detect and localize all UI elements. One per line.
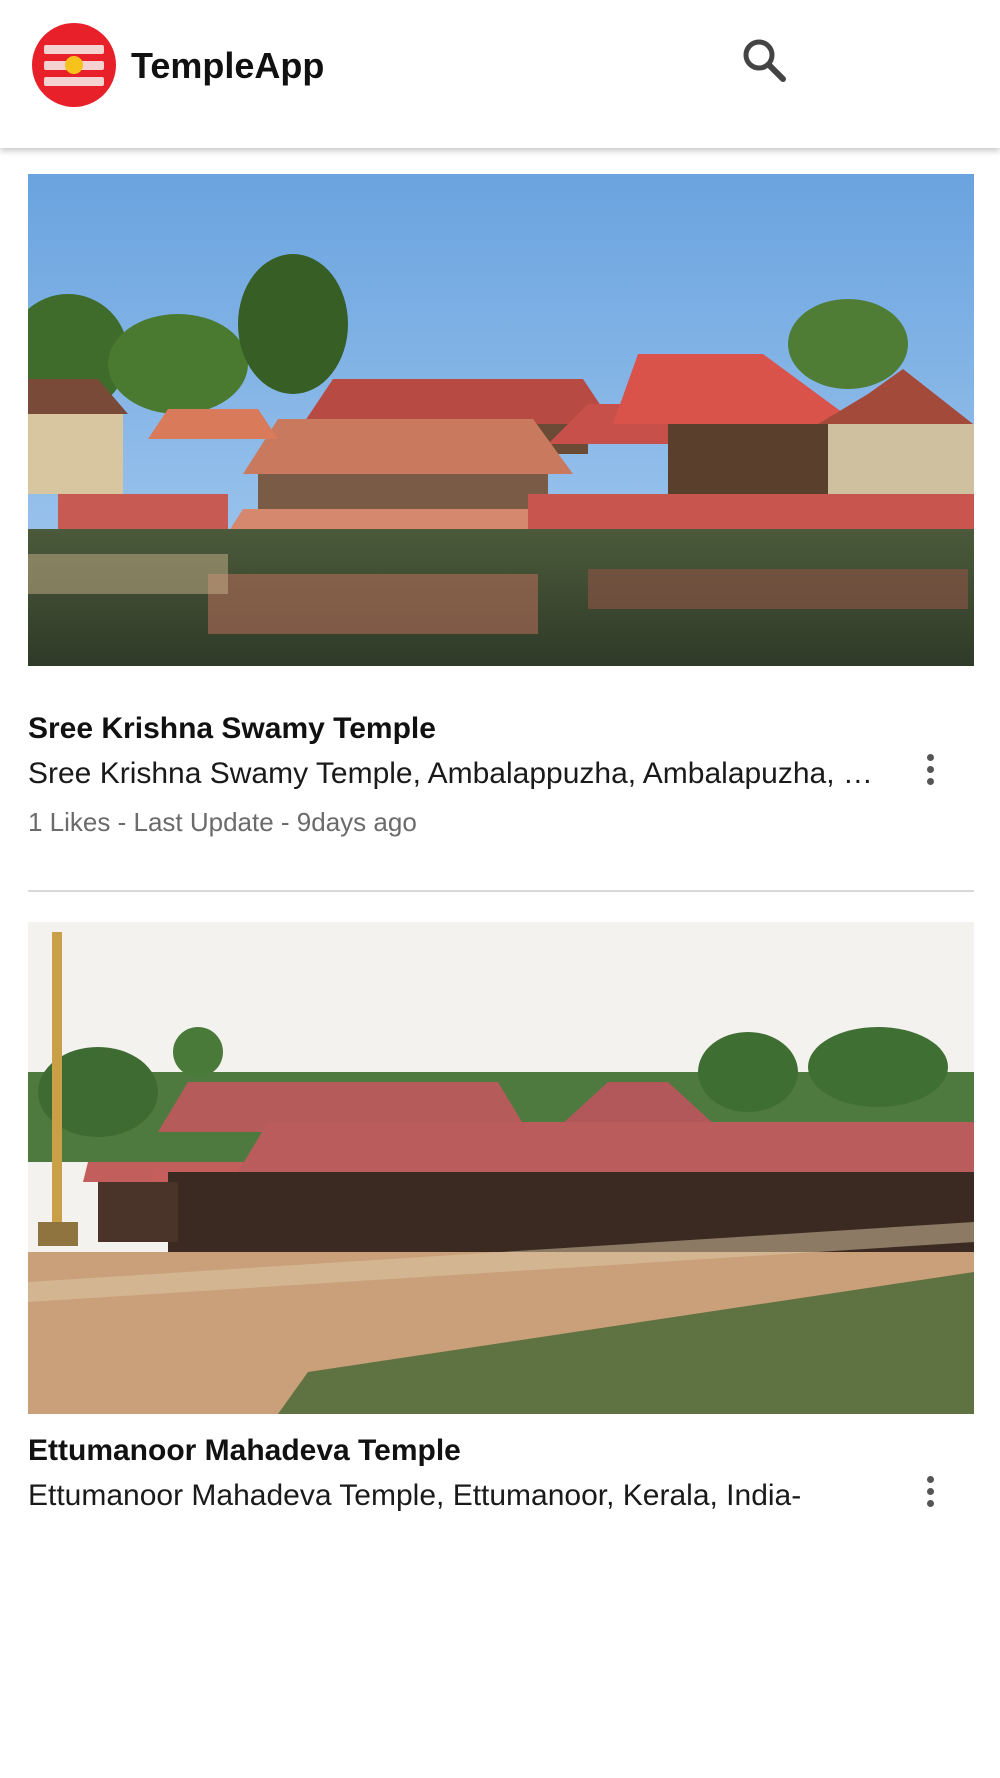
temple-meta: 1 Likes - Last Update - 9days ago: [28, 807, 417, 837]
temple-address: Sree Krishna Swamy Temple, Ambalappuzha,…: [28, 757, 888, 790]
app-bar: TempleApp: [0, 0, 1000, 148]
temple-photo[interactable]: [28, 922, 974, 1414]
temple-address: Ettumanoor Mahadeva Temple, Ettumanoor, …: [28, 1479, 802, 1512]
temple-name[interactable]: Sree Krishna Swamy Temple: [28, 712, 436, 746]
temple-card[interactable]: Ettumanoor Mahadeva Temple Ettumanoor Ma…: [28, 922, 974, 1522]
temple-card[interactable]: Sree Krishna Swamy Temple Sree Krishna S…: [28, 174, 974, 837]
temple-name[interactable]: Ettumanoor Mahadeva Temple: [28, 1434, 461, 1468]
temple-logo-icon[interactable]: [32, 23, 116, 107]
more-options-icon[interactable]: [916, 750, 944, 794]
more-options-icon[interactable]: [916, 1472, 944, 1516]
app-title: TempleApp: [131, 45, 325, 86]
card-divider: [28, 890, 974, 892]
temple-photo[interactable]: [28, 174, 974, 666]
search-icon[interactable]: [738, 34, 790, 86]
